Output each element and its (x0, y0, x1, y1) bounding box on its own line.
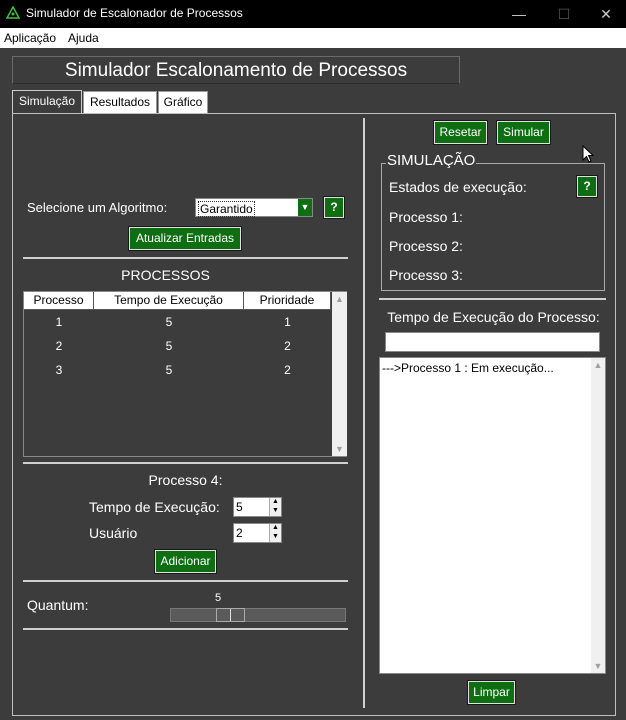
table-cell: 5 (165, 339, 173, 353)
menu-bar: Aplicação Ajuda (0, 28, 626, 48)
exec-time-title: Tempo de Execução do Processo: (387, 309, 600, 325)
new-process-title: Processo 4: (148, 472, 223, 488)
algorithm-help-button[interactable]: ? (323, 196, 345, 219)
exec-time-label: Tempo de Execução: (89, 499, 220, 515)
divider (23, 580, 348, 582)
processes-table: Processo Tempo de Execução Prioridade 1 5… (23, 291, 347, 457)
algorithm-select[interactable]: Garantido ▼ (195, 198, 313, 217)
maximize-button[interactable]: ☐ (541, 0, 587, 28)
processes-title: PROCESSOS (121, 267, 210, 283)
divider (23, 462, 348, 464)
stepper-up-icon[interactable]: ▲ (269, 524, 281, 533)
chevron-down-icon[interactable]: ▼ (298, 199, 312, 216)
stepper-down-icon[interactable]: ▼ (269, 507, 281, 516)
table-cell: 2 (55, 339, 63, 353)
scroll-up-icon[interactable]: ▲ (332, 294, 347, 304)
table-cell: 3 (55, 363, 63, 377)
user-stepper[interactable]: 2 ▲ ▼ (233, 523, 282, 543)
process-2-label: Processo 2: (389, 238, 463, 254)
minimize-button[interactable]: — (496, 0, 542, 28)
simulate-button[interactable]: Simular (496, 120, 551, 145)
stepper-down-icon[interactable]: ▼ (269, 533, 281, 542)
simulation-group-title: SIMULAÇÃO (386, 152, 477, 169)
quantum-slider[interactable] (170, 608, 346, 622)
table-cell: 1 (284, 315, 291, 329)
scroll-down-icon[interactable]: ▼ (591, 661, 605, 671)
states-label: Estados de execução: (389, 179, 527, 195)
scroll-up-icon[interactable]: ▲ (591, 360, 605, 370)
title-bar: Simulador de Escalonador de Processos — … (0, 0, 626, 28)
scroll-down-icon[interactable]: ▼ (332, 444, 347, 454)
log-area[interactable]: --->Processo 1 : Em execução... ▲ ▼ (379, 357, 606, 674)
table-cell: 2 (284, 339, 291, 353)
menu-item-ajuda[interactable]: Ajuda (68, 31, 99, 45)
divider (379, 298, 606, 300)
table-cell: 2 (284, 363, 291, 377)
column-header-processo[interactable]: Processo (24, 292, 94, 310)
divider (23, 257, 348, 259)
tab-simulacao[interactable]: Simulação (12, 90, 82, 114)
divider (23, 628, 348, 630)
mouse-cursor-icon (582, 145, 594, 163)
update-entries-button[interactable]: Atualizar Entradas (128, 226, 242, 251)
menu-item-aplicacao[interactable]: Aplicação (4, 31, 56, 45)
stepper-up-icon[interactable]: ▲ (269, 498, 281, 507)
algorithm-label: Selecione um Algoritmo: (27, 200, 168, 215)
slider-thumb[interactable] (216, 608, 245, 622)
quantum-label: Quantum: (27, 597, 89, 613)
process-1-label: Processo 1: (389, 209, 463, 225)
table-scrollbar[interactable]: ▲ ▼ (332, 292, 347, 456)
exec-time-value: 5 (236, 500, 243, 514)
tab-resultados[interactable]: Resultados (83, 91, 157, 113)
exec-time-stepper[interactable]: 5 ▲ ▼ (233, 497, 282, 517)
log-scrollbar[interactable]: ▲ ▼ (591, 358, 605, 673)
log-line: --->Processo 1 : Em execução... (382, 361, 554, 375)
exec-time-field[interactable] (385, 332, 600, 352)
column-header-prioridade[interactable]: Prioridade (244, 292, 331, 310)
user-value: 2 (236, 526, 243, 540)
tab-grafico[interactable]: Gráfico (158, 91, 208, 113)
page-title: Simulador Escalonamento de Processos (12, 56, 460, 84)
reset-button[interactable]: Resetar (433, 120, 488, 145)
user-label: Usuário (89, 525, 138, 541)
process-3-label: Processo 3: (389, 267, 463, 283)
states-help-button[interactable]: ? (576, 175, 598, 198)
app-icon (6, 6, 20, 19)
quantum-value: 5 (215, 592, 222, 604)
algorithm-select-value: Garantido (198, 201, 255, 217)
column-header-tempo[interactable]: Tempo de Execução (94, 292, 244, 310)
table-cell: 1 (55, 315, 63, 329)
add-process-button[interactable]: Adicionar (154, 549, 217, 574)
vertical-divider (363, 118, 365, 708)
window-title: Simulador de Escalonador de Processos (26, 6, 243, 20)
table-cell: 5 (165, 315, 173, 329)
close-button[interactable]: ✕ (586, 0, 626, 28)
table-cell: 5 (165, 363, 173, 377)
clear-button[interactable]: Limpar (467, 680, 516, 705)
